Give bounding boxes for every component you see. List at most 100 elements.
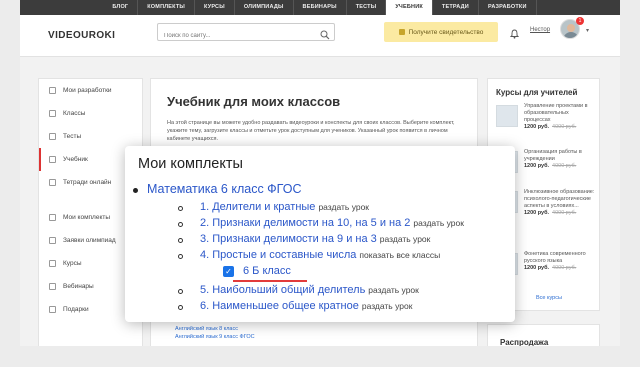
nav-item-courses[interactable]: КУРСЫ xyxy=(195,0,235,15)
sale-title: Распродажа xyxy=(500,338,549,346)
top-navigation: БЛОГ КОМПЛЕКТЫ КУРСЫ ОЛИМПИАДЫ ВЕБИНАРЫ … xyxy=(20,0,620,15)
chevron-down-icon[interactable]: ▾ xyxy=(586,27,589,34)
sidebar-item-my-developments[interactable]: Мои разработки xyxy=(39,79,142,102)
topic-item: 3. Признаки делимости на 9 и на 3 раздать… xyxy=(178,233,431,245)
class-underline xyxy=(233,280,307,282)
set-item: Математика 6 класс ФГОС xyxy=(133,182,302,196)
class-toggle[interactable]: ✓ 6 Б класс xyxy=(223,265,291,277)
sidebar-item-tests[interactable]: Тесты xyxy=(39,125,142,148)
textbook-link[interactable]: Английский язык 9 класс ФГОС xyxy=(175,333,255,341)
sidebar-item-label: Вебинары xyxy=(63,283,94,290)
course-price: 1200 руб. xyxy=(524,210,550,216)
circle-bullet-icon xyxy=(178,238,183,243)
topic-item: 1. Делители и кратные раздать урок xyxy=(178,201,369,213)
topic-action[interactable]: раздать урок xyxy=(413,218,464,228)
course-old-price: 4000 руб. xyxy=(552,210,577,216)
topic-item: 5. Наибольший общий делитель раздать урок xyxy=(178,284,419,296)
certificate-icon xyxy=(398,29,405,35)
sidebar-item-label: Мои разработки xyxy=(63,87,112,94)
sidebar-item-label: Тетради онлайн xyxy=(63,179,112,186)
nav-item-blog[interactable]: БЛОГ xyxy=(103,0,139,15)
sidebar-item-label: Учебник xyxy=(63,156,88,163)
class-label: 6 Б класс xyxy=(243,265,291,277)
course-title: Инклюзивное образование: психолого-педаг… xyxy=(524,189,595,209)
popup-title: Мои комплекты xyxy=(138,156,243,172)
textbook-link[interactable]: Английский язык 8 класс xyxy=(175,325,255,333)
all-courses-link[interactable]: Все курсы xyxy=(536,295,562,301)
book-icon xyxy=(49,156,56,163)
topic-link[interactable]: 6. Наименьшее общее кратное xyxy=(200,300,359,312)
checkbox-checked-icon[interactable]: ✓ xyxy=(223,265,234,277)
topic-link[interactable]: 1. Делители и кратные xyxy=(200,201,315,213)
course-old-price: 4000 руб. xyxy=(552,265,577,271)
my-sets-popup: Мои комплекты Математика 6 класс ФГОС 1.… xyxy=(125,146,515,322)
search-box xyxy=(157,23,335,44)
certificate-button-label: Получите свидетельство xyxy=(408,28,484,36)
course-price: 1200 руб. xyxy=(524,265,550,271)
graduation-icon xyxy=(49,260,56,267)
sidebar-item-label: Классы xyxy=(63,110,86,117)
circle-bullet-icon xyxy=(178,206,183,211)
notification-badge: 1 xyxy=(576,17,584,25)
nav-item-textbook[interactable]: УЧЕБНИК xyxy=(386,0,433,15)
sidebar-item-label: Тесты xyxy=(63,133,82,140)
site-logo[interactable]: VIDEOUROKI xyxy=(48,30,115,41)
topic-item: 6. Наименьшее общее кратное раздать урок xyxy=(178,300,413,312)
search-icon[interactable] xyxy=(320,27,330,45)
topic-link[interactable]: 4. Простые и составные числа xyxy=(200,249,356,261)
nav-item-webinars[interactable]: ВЕБИНАРЫ xyxy=(294,0,347,15)
topic-item: 2. Признаки делимости на 10, на 5 и на 2… xyxy=(178,217,464,229)
stack-icon xyxy=(49,214,56,221)
topic-action[interactable]: раздать урок xyxy=(362,301,413,311)
bell-icon[interactable] xyxy=(509,26,520,44)
circle-bullet-icon xyxy=(178,305,183,310)
course-old-price: 4000 руб. xyxy=(552,163,577,169)
course-price: 1200 руб. xyxy=(524,163,550,169)
circle-bullet-icon xyxy=(178,222,183,227)
course-title: Фонетика современного русского языка xyxy=(524,251,586,264)
sidebar-item-label: Мои комплекты xyxy=(63,214,111,221)
nav-item-sets[interactable]: КОМПЛЕКТЫ xyxy=(138,0,195,15)
document-icon xyxy=(49,87,56,94)
circle-bullet-icon xyxy=(178,254,183,259)
video-icon xyxy=(49,283,56,290)
topic-action[interactable]: показать все классы xyxy=(359,250,440,260)
course-price: 1200 руб. xyxy=(524,124,550,130)
checklist-icon xyxy=(49,133,56,140)
sidebar-item-label: Подарки xyxy=(63,306,89,313)
topic-action[interactable]: раздать урок xyxy=(318,202,369,212)
course-thumbnail xyxy=(496,105,518,127)
bullet-icon xyxy=(133,188,138,193)
topic-link[interactable]: 3. Признаки делимости на 9 и на 3 xyxy=(200,233,377,245)
get-certificate-button[interactable]: Получите свидетельство xyxy=(384,22,498,42)
sidebar-item-classes[interactable]: Классы xyxy=(39,102,142,125)
sidebar-item-label: Курсы xyxy=(63,260,82,267)
course-card[interactable]: Управление проектами в образовательных п… xyxy=(496,103,596,139)
topic-item: 4. Простые и составные числа показать все… xyxy=(178,249,440,261)
trophy-icon xyxy=(49,237,56,244)
nav-item-tests[interactable]: ТЕСТЫ xyxy=(347,0,387,15)
courses-panel-title: Курсы для учителей xyxy=(496,88,578,97)
set-link[interactable]: Математика 6 класс ФГОС xyxy=(147,182,302,196)
sidebar-item-label: Заявки олимпиад xyxy=(63,237,116,244)
notebook-icon xyxy=(49,179,56,186)
gift-icon xyxy=(49,306,56,313)
textbook-list: Английский язык 8 класс Английский язык … xyxy=(175,325,255,341)
nav-item-olympiads[interactable]: ОЛИМПИАДЫ xyxy=(235,0,294,15)
topic-action[interactable]: раздать урок xyxy=(368,285,419,295)
page-title: Учебник для моих классов xyxy=(167,94,341,109)
intro-text: На этой странице вы можете удобно раздав… xyxy=(167,120,455,142)
course-old-price: 4000 руб. xyxy=(552,124,577,130)
nav-item-developments[interactable]: РАЗРАБОТКИ xyxy=(479,0,537,15)
search-input[interactable] xyxy=(158,28,308,44)
course-title: Организация работы в учреждении xyxy=(524,149,582,162)
nav-item-notebooks[interactable]: ТЕТРАДИ xyxy=(433,0,479,15)
topic-link[interactable]: 2. Признаки делимости на 10, на 5 и на 2 xyxy=(200,217,410,229)
course-title: Управление проектами в образовательных п… xyxy=(524,103,588,123)
circle-bullet-icon xyxy=(178,289,183,294)
topic-link[interactable]: 5. Наибольший общий делитель xyxy=(200,284,365,296)
topic-action[interactable]: раздать урок xyxy=(380,234,431,244)
group-icon xyxy=(49,110,56,117)
user-name-link[interactable]: Нестор xyxy=(530,27,550,33)
sale-panel: Распродажа xyxy=(487,324,600,346)
